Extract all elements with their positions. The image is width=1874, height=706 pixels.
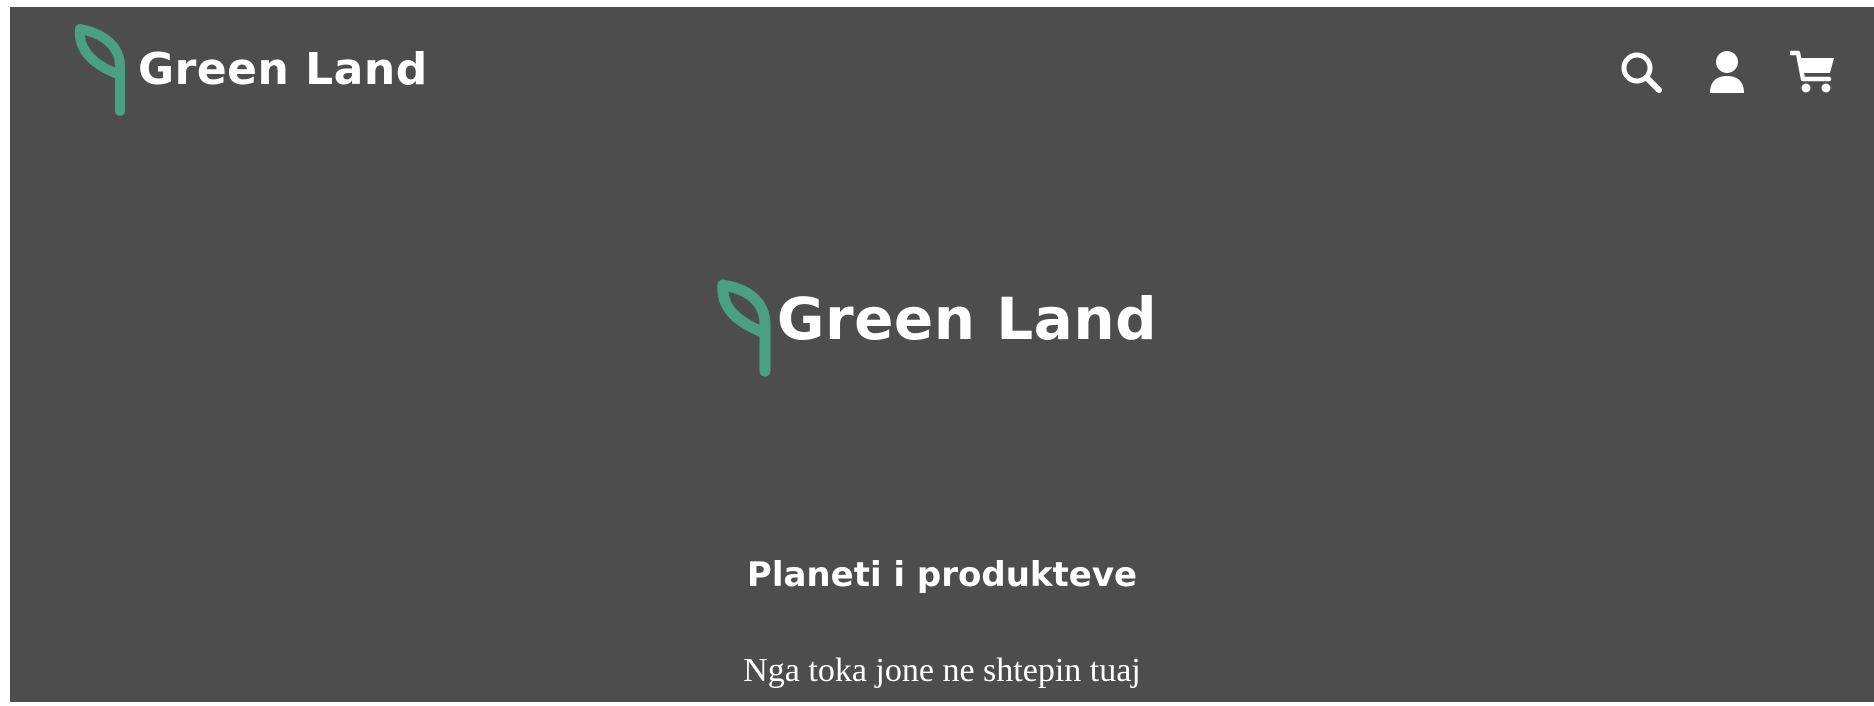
user-icon[interactable] xyxy=(1704,49,1750,95)
site-header: Green Land xyxy=(10,7,1874,127)
cart-icon[interactable] xyxy=(1790,49,1836,95)
hero-brand-name: Green Land xyxy=(776,285,1158,353)
search-icon[interactable] xyxy=(1618,49,1664,95)
tagline: Planeti i produkteve xyxy=(746,555,1138,595)
header-icons xyxy=(1618,49,1836,95)
brand-logo-link[interactable]: Green Land xyxy=(72,23,428,119)
page-frame: Green Land Green Land Planeti i produkte… xyxy=(10,7,1874,702)
brand-name: Green Land xyxy=(138,43,428,95)
leaf-icon xyxy=(717,279,771,377)
leaf-icon xyxy=(74,24,125,116)
subtitle: Nga toka jone ne shtepin tuaj xyxy=(743,652,1141,689)
hero-logo: Green Land xyxy=(10,279,1874,379)
